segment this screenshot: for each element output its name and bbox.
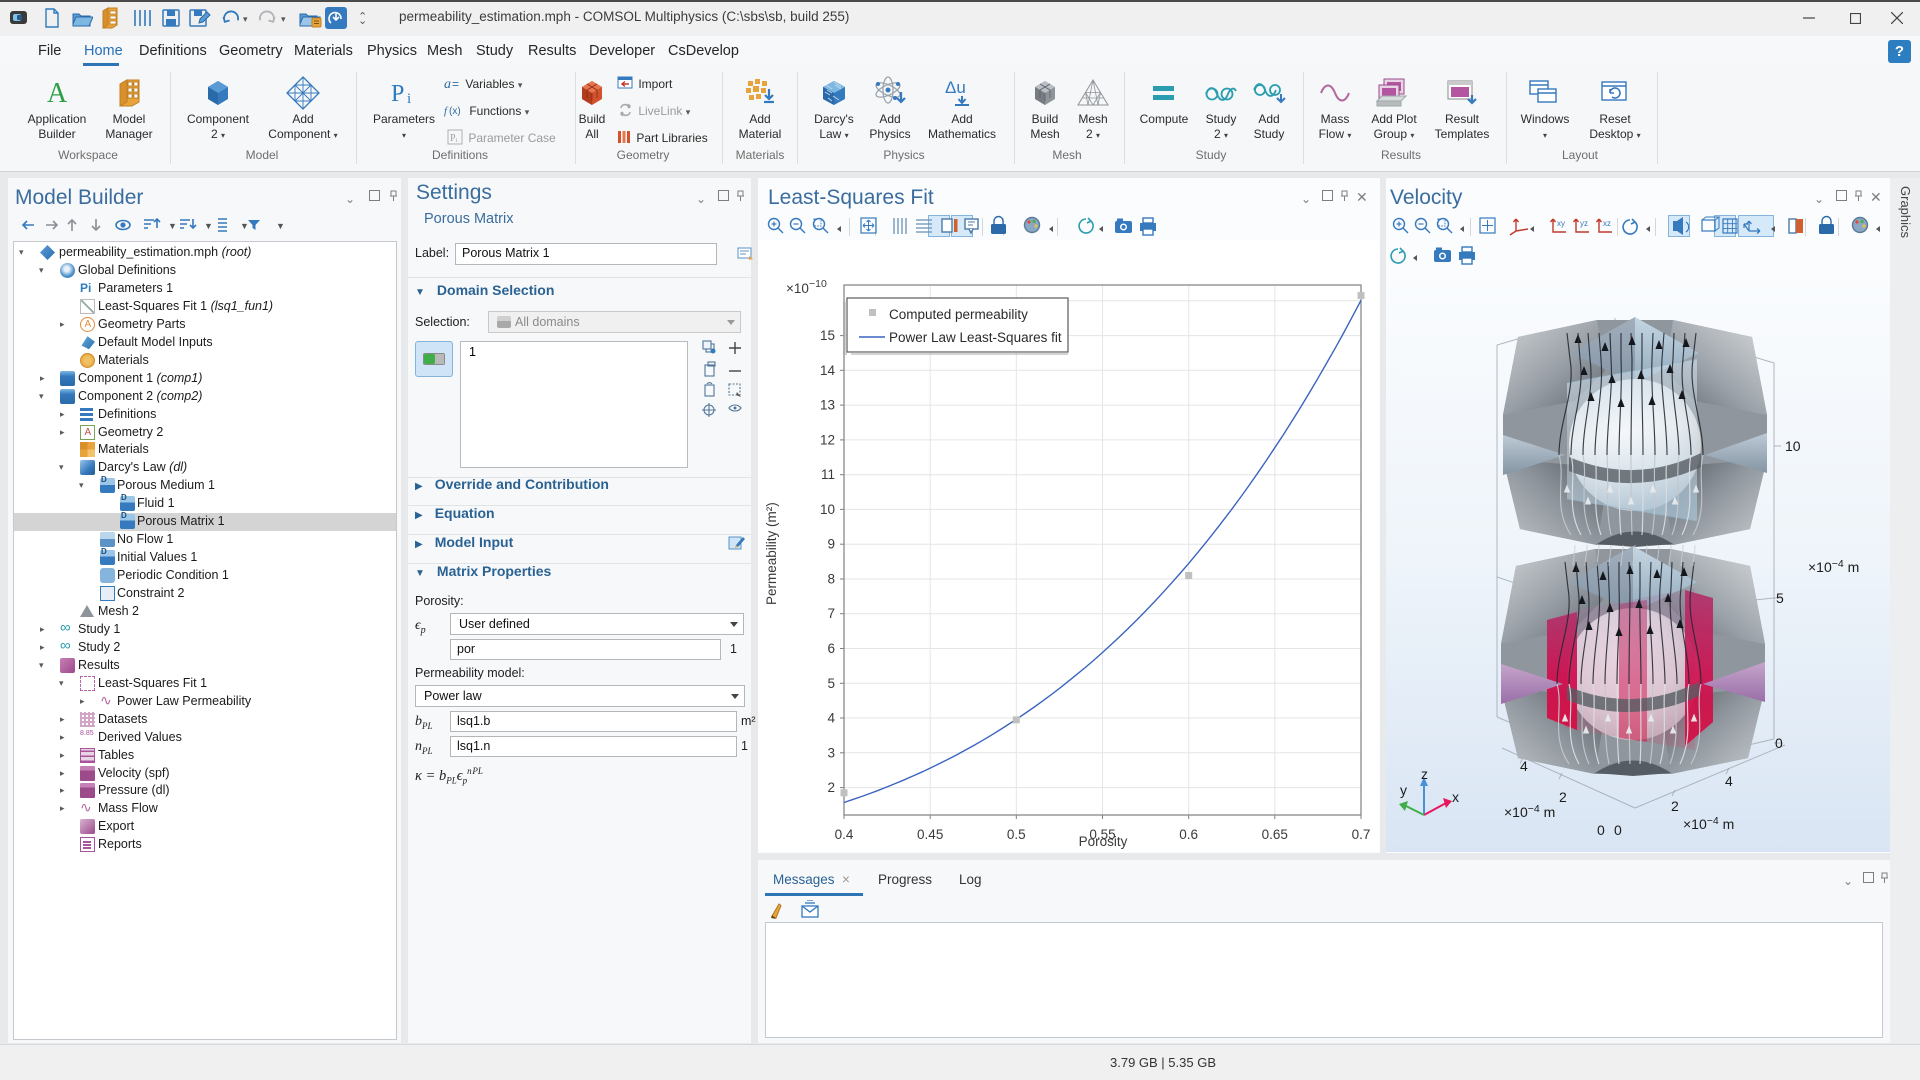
svg-text:6: 6 (827, 641, 835, 656)
svg-text:Δu: Δu (945, 78, 966, 97)
svg-text:A: A (47, 78, 68, 109)
svg-text:Pᵢ: Pᵢ (450, 133, 458, 144)
svg-text:0: 0 (1597, 822, 1605, 838)
svg-text:15: 15 (820, 328, 835, 343)
svg-text:13: 13 (820, 398, 835, 413)
svg-text:7: 7 (827, 606, 835, 621)
svg-text:yz: yz (1580, 219, 1588, 228)
svg-text:10: 10 (1785, 438, 1801, 454)
svg-text:11: 11 (821, 467, 835, 482)
svg-text:0: 0 (1775, 735, 1783, 751)
svg-text:0: 0 (1614, 822, 1622, 838)
svg-text:0.45: 0.45 (917, 827, 943, 842)
svg-text:0.6: 0.6 (1179, 827, 1198, 842)
svg-text:0.7: 0.7 (1352, 827, 1371, 842)
svg-text:10: 10 (820, 502, 835, 517)
svg-text:4: 4 (1725, 773, 1733, 789)
svg-text:0.65: 0.65 (1262, 827, 1288, 842)
svg-text:=: = (452, 77, 459, 91)
svg-text:8: 8 (827, 572, 835, 587)
svg-text:Power Law Least-Squares fit: Power Law Least-Squares fit (889, 330, 1062, 345)
svg-text:9: 9 (827, 537, 835, 552)
svg-text:Computed permeability: Computed permeability (889, 307, 1028, 322)
svg-text:0.4: 0.4 (835, 827, 854, 842)
svg-text:(x): (x) (449, 106, 461, 117)
svg-text:Porosity: Porosity (1079, 834, 1128, 849)
svg-text:4: 4 (827, 711, 835, 726)
svg-text:4: 4 (1520, 758, 1528, 774)
svg-text:P: P (391, 81, 404, 107)
svg-text:2: 2 (1671, 798, 1679, 814)
svg-text:12: 12 (820, 432, 835, 447)
svg-text:a: a (444, 77, 451, 91)
svg-text:5: 5 (1776, 590, 1784, 606)
svg-text:5: 5 (827, 676, 835, 691)
svg-text:xy: xy (1557, 219, 1565, 228)
svg-text:y: y (1400, 782, 1407, 798)
svg-text:i: i (407, 91, 411, 107)
svg-text:x: x (1452, 789, 1459, 805)
svg-text:xz: xz (1603, 219, 1611, 228)
svg-text:×10: ×10 (786, 281, 809, 296)
svg-text:0.5: 0.5 (1007, 827, 1026, 842)
svg-text:−10: −10 (809, 278, 827, 290)
svg-text:2: 2 (1559, 789, 1567, 805)
svg-text:14: 14 (820, 363, 836, 378)
svg-text:3: 3 (827, 745, 835, 760)
svg-text:2: 2 (827, 780, 835, 795)
svg-text:z: z (1421, 766, 1428, 782)
svg-text:Permeability (m²): Permeability (m²) (764, 502, 779, 605)
